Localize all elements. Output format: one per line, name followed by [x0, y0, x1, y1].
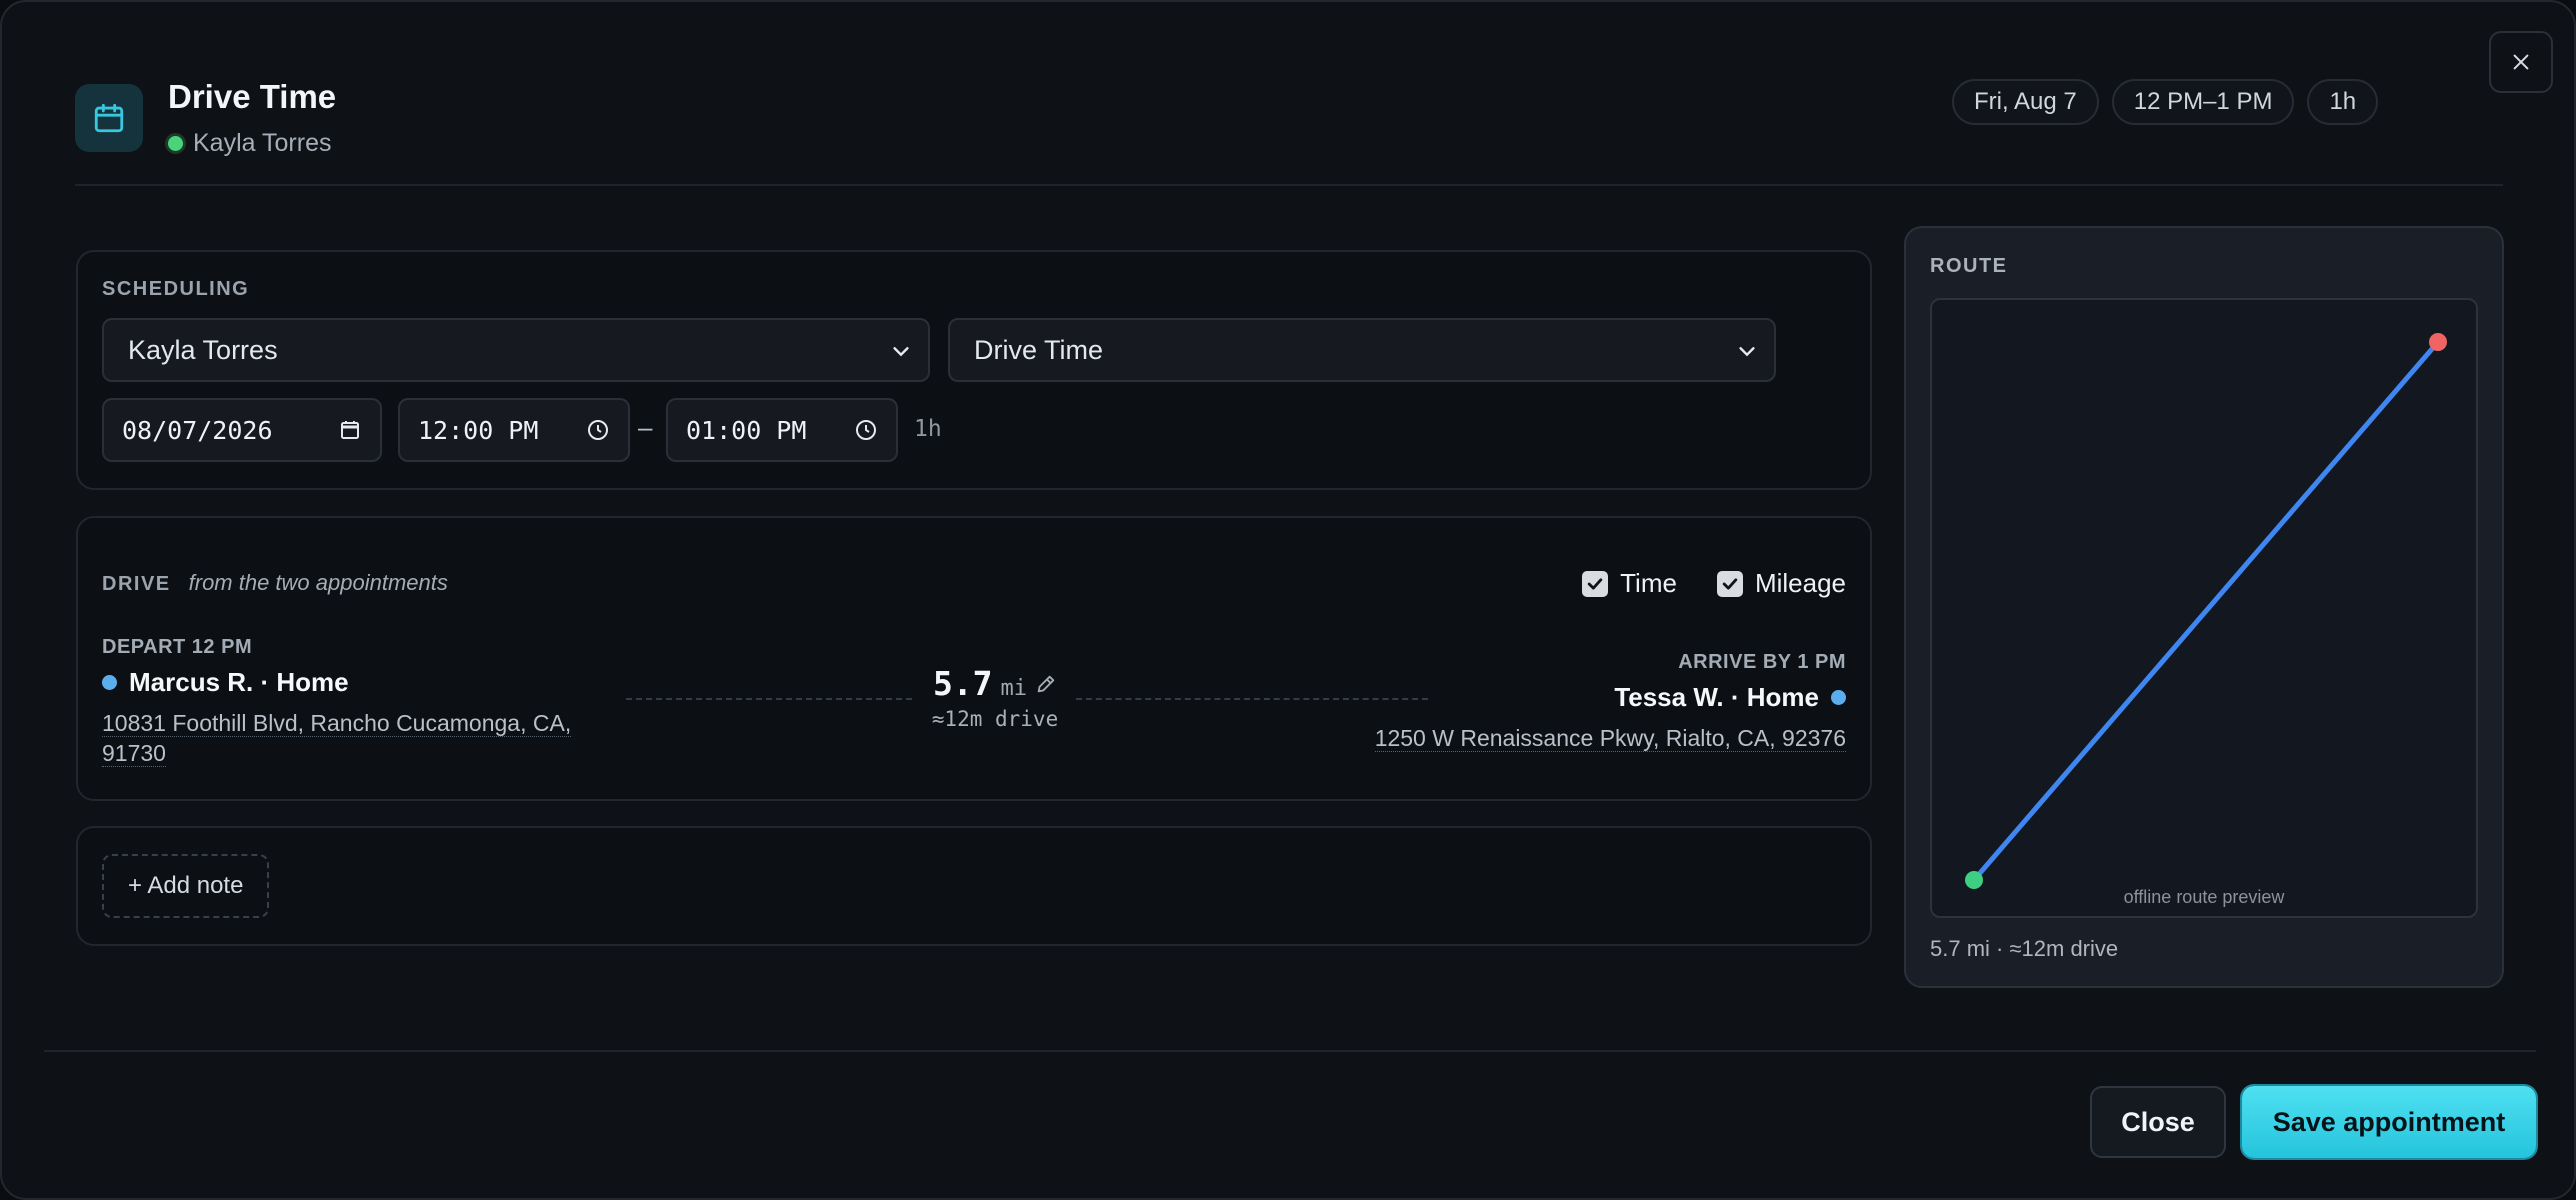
- save-appointment-button[interactable]: Save appointment: [2242, 1086, 2536, 1158]
- chevron-down-icon: [893, 347, 909, 357]
- staff-select-value: Kayla Torres: [128, 334, 278, 365]
- scheduling-panel: SCHEDULING Kayla Torres Drive Time 08/07…: [76, 250, 1872, 490]
- close-modal-button[interactable]: [2489, 31, 2553, 93]
- depart-label: DEPART 12 PM: [102, 636, 253, 658]
- date-input[interactable]: 08/07/2026: [102, 398, 382, 462]
- close-icon: [2513, 54, 2529, 70]
- type-select-value: Drive Time: [974, 334, 1104, 365]
- arrive-place-name: Tessa W. · Home: [1614, 682, 1819, 712]
- checkbox-checked-icon[interactable]: [1716, 570, 1743, 597]
- staff-subtitle: Kayla Torres: [168, 129, 332, 158]
- type-select[interactable]: Drive Time: [948, 318, 1776, 382]
- online-status-dot: [168, 136, 183, 151]
- close-button[interactable]: Close: [2090, 1086, 2226, 1158]
- end-marker: [2429, 333, 2447, 351]
- note-panel: + Add note: [76, 826, 1872, 946]
- depart-address-line1: 10831 Foothill Blvd, Rancho Cucamonga, C…: [102, 710, 572, 737]
- duration-chip: 1h: [2307, 79, 2379, 125]
- arrive-label: ARRIVE BY 1 PM: [1678, 651, 1846, 673]
- depart-address[interactable]: 10831 Foothill Blvd, Rancho Cucamonga, C…: [102, 708, 622, 768]
- checkbox-checked-icon[interactable]: [1582, 570, 1609, 597]
- header-divider: [75, 184, 2503, 186]
- route-path: [1971, 339, 2441, 883]
- clock-icon[interactable]: [854, 418, 878, 442]
- location-dot: [1831, 690, 1846, 705]
- start-time-value: 12:00 PM: [418, 415, 539, 445]
- date-value: 08/07/2026: [122, 415, 273, 445]
- chevron-down-icon: [1739, 347, 1755, 357]
- calendar-picker-icon[interactable]: [338, 418, 362, 442]
- distance-unit: mi: [1000, 676, 1028, 701]
- end-time-value: 01:00 PM: [686, 415, 807, 445]
- location-dot: [102, 675, 117, 690]
- drive-duration: ≈12m drive: [931, 707, 1059, 731]
- end-time-input[interactable]: 01:00 PM: [666, 398, 898, 462]
- mileage-checkbox[interactable]: Mileage: [1716, 568, 1846, 599]
- time-checkbox-label: Time: [1620, 568, 1677, 598]
- time-range-chip: 12 PM–1 PM: [2111, 79, 2295, 125]
- footer-divider: [44, 1050, 2536, 1052]
- arrive-address-line: 1250 W Renaissance Pkwy, Rialto, CA, 923…: [1374, 725, 1846, 752]
- mileage-checkbox-label: Mileage: [1754, 568, 1846, 598]
- start-time-input[interactable]: 12:00 PM: [398, 398, 630, 462]
- arrive-block: ARRIVE BY 1 PM Tessa W. · Home 1250 W Re…: [1286, 651, 1846, 753]
- drive-checkboxes: Time Mileage: [1582, 568, 1846, 599]
- depart-block: DEPART 12 PM Marcus R. · Home 10831 Foot…: [102, 636, 622, 768]
- drive-panel: DRIVE from the two appointments Time Mil…: [76, 516, 1872, 801]
- add-note-button[interactable]: + Add note: [102, 854, 270, 918]
- time-separator: –: [638, 412, 653, 442]
- time-checkbox[interactable]: Time: [1582, 568, 1677, 599]
- edit-pencil-icon[interactable]: [1035, 673, 1057, 695]
- calendar-icon: [75, 84, 143, 152]
- distance-value: 5.7: [932, 664, 993, 703]
- route-map-svg: [1965, 333, 2447, 889]
- depart-place: Marcus R. · Home: [102, 667, 622, 698]
- route-summary: 5.7 mi · ≈12m drive: [1930, 936, 2119, 961]
- arrive-place: Tessa W. · Home: [1286, 682, 1846, 713]
- route-connector: [626, 698, 912, 700]
- appointment-modal: Drive Time Kayla Torres Fri, Aug 7 12 PM…: [0, 0, 2576, 1200]
- clock-icon[interactable]: [586, 418, 610, 442]
- route-map[interactable]: offline route preview: [1930, 298, 2478, 918]
- duration-label: 1h: [914, 416, 942, 442]
- staff-select[interactable]: Kayla Torres: [102, 318, 930, 382]
- drive-header: DRIVE from the two appointments: [102, 570, 448, 596]
- route-panel: ROUTE offline route preview 5.7 mi · ≈12…: [1904, 226, 2504, 988]
- page-title: Drive Time: [168, 78, 337, 115]
- staff-name: Kayla Torres: [193, 129, 332, 157]
- drive-subtitle: from the two appointments: [188, 570, 448, 595]
- summary-chips: Fri, Aug 7 12 PM–1 PM 1h: [1952, 79, 2379, 125]
- depart-address-line2: 91730: [102, 740, 166, 767]
- route-label: ROUTE: [1930, 255, 2008, 277]
- drive-label: DRIVE: [102, 573, 171, 595]
- distance-block: 5.7 mi ≈12m drive: [920, 664, 1070, 731]
- date-chip: Fri, Aug 7: [1952, 79, 2099, 125]
- scheduling-label: SCHEDULING: [102, 278, 250, 300]
- arrive-address[interactable]: 1250 W Renaissance Pkwy, Rialto, CA, 923…: [1286, 723, 1846, 753]
- depart-place-name: Marcus R. · Home: [129, 667, 349, 697]
- map-caption: offline route preview: [2123, 887, 2285, 907]
